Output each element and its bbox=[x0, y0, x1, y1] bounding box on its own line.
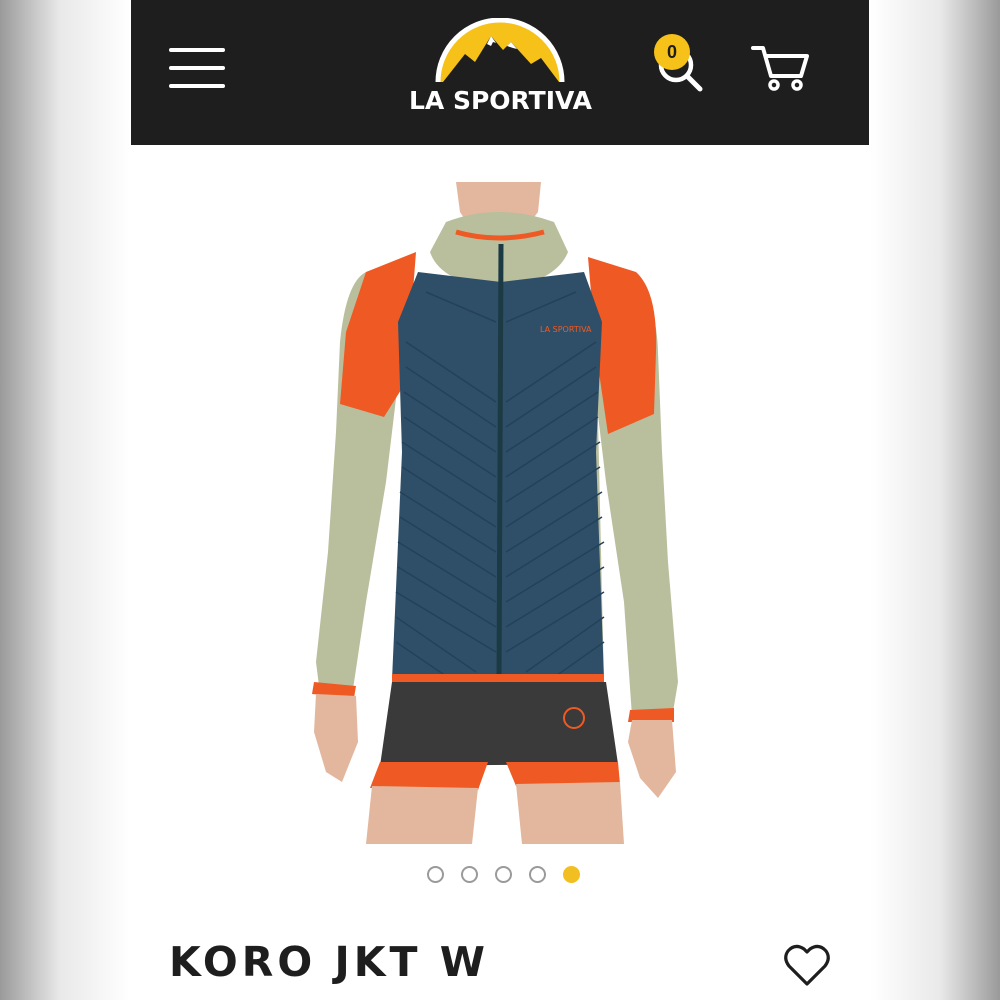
carousel-dot-1[interactable] bbox=[427, 866, 444, 883]
carousel-dot-5-active[interactable] bbox=[563, 866, 580, 883]
mountain-logo-icon bbox=[435, 18, 565, 83]
svg-text:LA SPORTIVA: LA SPORTIVA bbox=[540, 325, 592, 334]
cart-button[interactable] bbox=[749, 32, 825, 94]
carousel-dot-2[interactable] bbox=[461, 866, 478, 883]
mobile-page: LA SPORTIVA 0 LA SPORTIVA KORO JKT W bbox=[131, 0, 869, 1000]
product-title: KORO JKT W bbox=[169, 938, 489, 986]
site-header: LA SPORTIVA 0 bbox=[131, 0, 869, 145]
shopping-cart-icon bbox=[751, 46, 809, 91]
product-image[interactable]: LA SPORTIVA bbox=[306, 182, 696, 844]
brand-name: LA SPORTIVA bbox=[408, 86, 593, 115]
brand-logo[interactable]: LA SPORTIVA bbox=[383, 18, 618, 122]
heart-icon bbox=[784, 944, 830, 986]
carousel-indicator bbox=[425, 866, 585, 888]
cart-count-badge: 0 bbox=[654, 34, 690, 70]
jacket-photo: LA SPORTIVA bbox=[312, 182, 678, 844]
wishlist-button[interactable] bbox=[781, 940, 833, 990]
carousel-dot-3[interactable] bbox=[495, 866, 512, 883]
carousel-dot-4[interactable] bbox=[529, 866, 546, 883]
menu-button[interactable] bbox=[169, 46, 227, 92]
